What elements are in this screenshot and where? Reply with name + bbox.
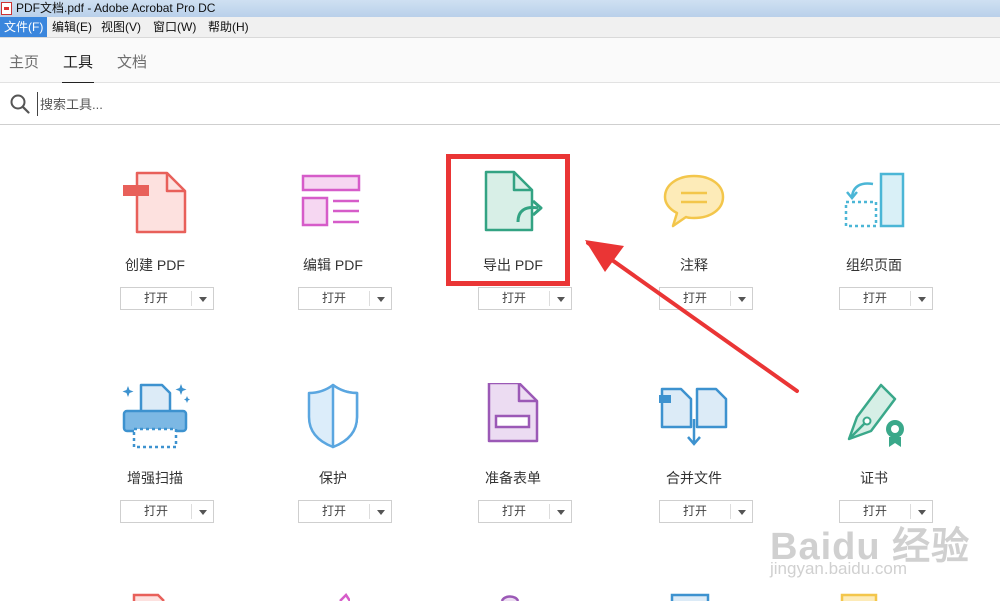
dropdown-caret-icon[interactable]	[557, 297, 565, 302]
open-label: 打开	[143, 504, 168, 518]
open-label: 打开	[501, 504, 526, 518]
open-label: 打开	[321, 291, 346, 305]
annotation-arrow-icon	[585, 240, 799, 393]
watermark: Baidu 经验 jingyan.baidu.com	[770, 515, 990, 585]
open-button[interactable]: 打开	[478, 500, 572, 523]
tool-organize-pages[interactable]: 组织页面 打开	[799, 170, 949, 350]
search-tools-input[interactable]	[37, 92, 442, 116]
open-button[interactable]: 打开	[839, 287, 933, 310]
dropdown-caret-icon[interactable]	[918, 297, 926, 302]
partial-tool-icon	[132, 593, 165, 601]
tool-create-pdf[interactable]: 创建 PDF 打开	[80, 170, 230, 350]
partial-tool-icon	[670, 593, 710, 601]
dropdown-caret-icon[interactable]	[738, 510, 746, 515]
menu-help[interactable]: 帮助(H)	[204, 17, 253, 37]
open-label: 打开	[501, 291, 526, 305]
open-label: 打开	[143, 291, 168, 305]
menu-window[interactable]: 窗口(W)	[149, 17, 200, 37]
tool-name: 保护	[319, 470, 347, 486]
window-title: PDF文档.pdf - Adobe Acrobat Pro DC	[16, 1, 216, 15]
top-tabs: 主页 工具 文档	[0, 38, 1000, 84]
acrobat-document-icon	[1, 2, 12, 15]
open-label: 打开	[862, 291, 887, 305]
tool-enhance-scan[interactable]: 增强扫描 打开	[80, 383, 230, 563]
dropdown-caret-icon[interactable]	[199, 297, 207, 302]
create-pdf-icon	[123, 171, 187, 234]
watermark-url: jingyan.baidu.com	[770, 559, 908, 578]
partial-tool-icon	[339, 593, 350, 601]
title-bar: PDF文档.pdf - Adobe Acrobat Pro DC	[0, 0, 1000, 17]
tool-name: 组织页面	[846, 257, 902, 273]
dropdown-caret-icon[interactable]	[377, 510, 385, 515]
dropdown-caret-icon[interactable]	[557, 510, 565, 515]
tool-name: 编辑 PDF	[303, 257, 363, 273]
open-button[interactable]: 打开	[120, 287, 214, 310]
tab-tools[interactable]: 工具	[61, 51, 95, 84]
tool-name: 增强扫描	[127, 470, 183, 486]
tool-edit-pdf[interactable]: 编辑 PDF 打开	[258, 170, 408, 350]
tool-name: 创建 PDF	[125, 257, 185, 273]
tab-document[interactable]: 文档	[117, 51, 147, 72]
search-icon	[10, 94, 30, 114]
organize-pages-icon	[844, 172, 905, 228]
tool-name: 证书	[860, 470, 888, 486]
certificate-pen-icon	[847, 383, 904, 447]
open-button[interactable]: 打开	[478, 287, 572, 310]
open-label: 打开	[682, 504, 707, 518]
dropdown-caret-icon[interactable]	[377, 297, 385, 302]
open-button[interactable]: 打开	[298, 287, 392, 310]
prepare-form-icon	[487, 383, 539, 443]
tool-combine-files[interactable]: 合并文件 打开	[619, 383, 769, 563]
highlight-box	[446, 154, 570, 286]
partial-tool-icon	[840, 593, 878, 601]
edit-pdf-icon	[301, 174, 361, 227]
tab-home[interactable]: 主页	[9, 51, 39, 72]
dropdown-caret-icon[interactable]	[199, 510, 207, 515]
protect-shield-icon	[307, 383, 359, 449]
open-label: 打开	[321, 504, 346, 518]
open-button[interactable]: 打开	[298, 500, 392, 523]
partial-tool-icon	[500, 595, 520, 601]
tool-prepare-form[interactable]: 准备表单 打开	[438, 383, 588, 563]
menu-view[interactable]: 视图(V)	[97, 17, 145, 37]
tool-protect[interactable]: 保护 打开	[258, 383, 408, 563]
menu-edit[interactable]: 编辑(E)	[48, 17, 96, 37]
menu-bar: 文件(F) 编辑(E) 视图(V) 窗口(W) 帮助(H)	[0, 17, 1000, 38]
open-button[interactable]: 打开	[120, 500, 214, 523]
tool-name: 准备表单	[485, 470, 541, 486]
tool-name: 合并文件	[666, 470, 722, 486]
menu-file[interactable]: 文件(F)	[0, 17, 48, 37]
open-button[interactable]: 打开	[659, 500, 753, 523]
tool-search-bar	[0, 83, 1000, 125]
enhance-scan-icon	[122, 383, 190, 449]
